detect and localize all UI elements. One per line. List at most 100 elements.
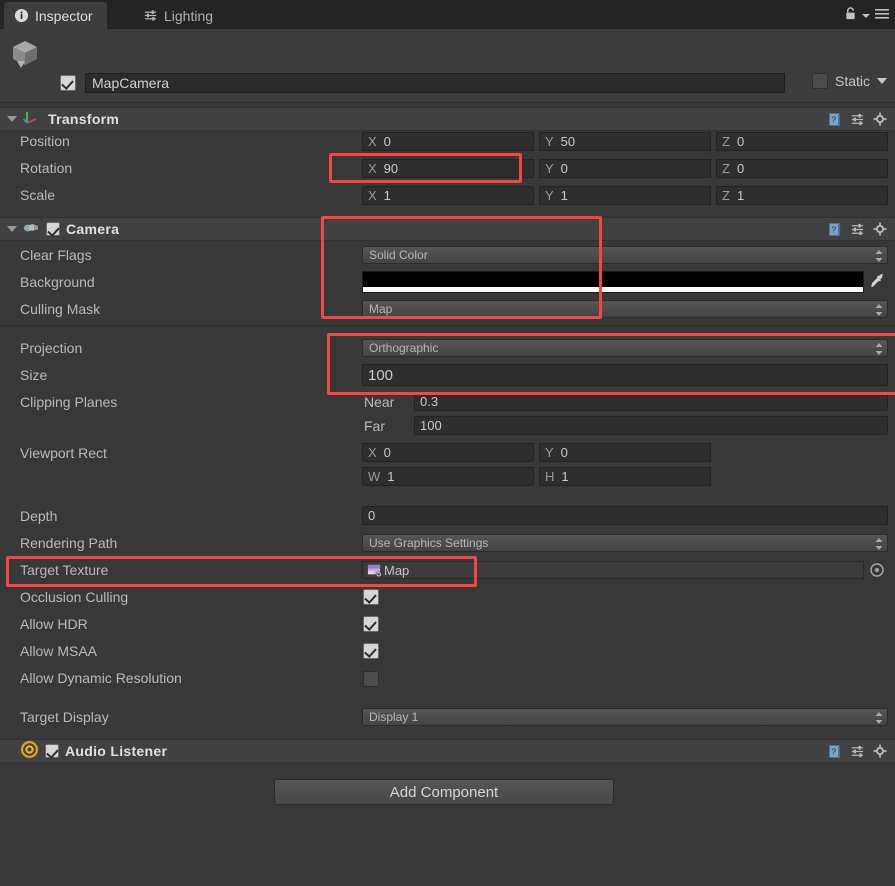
tab-inspector[interactable]: Inspector: [4, 2, 107, 29]
allow-dynamic-resolution-checkbox[interactable]: [363, 671, 379, 687]
axis-label-x: X: [368, 188, 377, 203]
gear-icon[interactable]: [873, 222, 888, 240]
target-display-dropdown[interactable]: Display 1: [362, 708, 888, 726]
static-dropdown-arrow-icon[interactable]: [877, 78, 887, 84]
help-icon[interactable]: ?: [827, 744, 842, 762]
background-alpha-bar: [363, 287, 863, 292]
sliders-icon: [143, 8, 158, 23]
allow-msaa-checkbox[interactable]: [363, 643, 379, 659]
component-title-audio-listener: Audio Listener: [65, 743, 168, 759]
axis-label-y: Y: [545, 161, 554, 176]
static-checkbox[interactable]: [811, 73, 828, 89]
rotation-x-field[interactable]: X 90: [362, 159, 534, 178]
tab-lighting[interactable]: Lighting: [133, 2, 227, 29]
position-x-field[interactable]: X 0: [362, 132, 534, 151]
foldout-arrow-icon[interactable]: [7, 116, 17, 122]
label-rotation: Rotation: [20, 160, 73, 176]
culling-mask-dropdown[interactable]: Map: [362, 300, 888, 318]
camera-icon: [22, 219, 40, 240]
position-z-value: 0: [736, 134, 745, 149]
updown-arrows-icon: [875, 250, 883, 265]
axis-label-x: X: [368, 134, 377, 149]
eyedropper-icon[interactable]: [868, 272, 887, 294]
scale-x-value: 1: [383, 188, 391, 203]
near-field[interactable]: 0.3: [414, 392, 888, 411]
rotation-z-field[interactable]: Z 0: [716, 159, 888, 178]
scale-y-field[interactable]: Y 1: [539, 186, 711, 205]
viewport-h-field[interactable]: H 1: [539, 467, 711, 486]
component-title-transform: Transform: [48, 111, 120, 127]
preset-icon[interactable]: [850, 744, 865, 762]
near-value: 0.3: [420, 394, 439, 409]
viewport-x-field[interactable]: X 0: [362, 443, 534, 462]
axis-label-y: Y: [545, 445, 554, 460]
viewport-y-field[interactable]: Y 0: [539, 443, 711, 462]
tab-lighting-label: Lighting: [164, 7, 214, 24]
gameobject-enabled-checkbox[interactable]: [60, 75, 76, 91]
preset-icon[interactable]: [850, 112, 865, 130]
background-color-swatch[interactable]: [362, 271, 864, 293]
inspector-tabbar: Inspector Lighting: [0, 0, 895, 29]
gameobject-name-input[interactable]: MapCamera: [85, 73, 785, 93]
help-icon[interactable]: ?: [827, 112, 842, 130]
size-field[interactable]: 100: [362, 364, 888, 386]
rendering-path-dropdown[interactable]: Use Graphics Settings: [362, 534, 888, 552]
chevron-down-icon[interactable]: [862, 8, 870, 23]
gear-icon[interactable]: [873, 744, 888, 762]
add-component-button[interactable]: Add Component: [274, 779, 614, 805]
far-value: 100: [420, 418, 442, 433]
object-picker-icon[interactable]: [869, 562, 885, 581]
scale-x-field[interactable]: X 1: [362, 186, 534, 205]
allow-hdr-checkbox[interactable]: [363, 616, 379, 632]
axis-label-y: Y: [545, 188, 554, 203]
occlusion-culling-checkbox[interactable]: [363, 589, 379, 605]
gear-icon[interactable]: [873, 112, 888, 130]
component-header-audio-listener[interactable]: Audio Listener ?: [0, 739, 895, 763]
preset-icon[interactable]: [850, 222, 865, 240]
foldout-arrow-icon[interactable]: [7, 226, 17, 232]
axis-label-y: Y: [545, 134, 554, 149]
axis-label-w: W: [368, 469, 381, 484]
label-allow-dynamic-resolution: Allow Dynamic Resolution: [20, 670, 182, 686]
label-scale: Scale: [20, 187, 56, 203]
svg-text:?: ?: [831, 114, 836, 124]
target-texture-objectfield[interactable]: Map: [362, 561, 864, 579]
svg-text:?: ?: [831, 746, 836, 756]
target-texture-value: Map: [384, 562, 410, 578]
component-header-camera[interactable]: Camera ?: [0, 217, 895, 241]
scale-z-field[interactable]: Z 1: [716, 186, 888, 205]
clear-flags-dropdown[interactable]: Solid Color: [362, 246, 888, 264]
camera-enabled-checkbox[interactable]: [46, 222, 60, 236]
far-label: Far: [364, 418, 385, 434]
help-icon[interactable]: ?: [827, 222, 842, 240]
axis-label-z: Z: [722, 161, 730, 176]
viewport-w-value: 1: [387, 469, 395, 484]
component-header-transform[interactable]: Transform ?: [0, 107, 895, 131]
viewport-y-value: 0: [560, 445, 568, 460]
far-field[interactable]: 100: [414, 416, 888, 435]
position-z-field[interactable]: Z 0: [716, 132, 888, 151]
hamburger-menu-icon[interactable]: [875, 8, 889, 23]
tab-inspector-label: Inspector: [35, 7, 93, 24]
clear-flags-value: Solid Color: [369, 248, 428, 262]
audio-listener-enabled-checkbox[interactable]: [45, 744, 59, 758]
component-actions-transform: ?: [827, 112, 888, 130]
lock-icon[interactable]: [844, 6, 857, 24]
updown-arrows-icon: [875, 304, 883, 319]
viewport-w-field[interactable]: W 1: [362, 467, 534, 486]
static-group: Static: [811, 73, 887, 89]
label-allow-msaa: Allow MSAA: [20, 643, 98, 659]
info-icon: [14, 8, 29, 23]
updown-arrows-icon: [875, 712, 883, 727]
label-projection: Projection: [20, 340, 83, 356]
label-culling-mask: Culling Mask: [20, 301, 101, 317]
gameobject-name-row: MapCamera: [60, 73, 785, 93]
rotation-y-field[interactable]: Y 0: [539, 159, 711, 178]
component-actions-audio-listener: ?: [827, 744, 888, 762]
projection-dropdown[interactable]: Orthographic: [362, 339, 888, 357]
position-y-field[interactable]: Y 50: [539, 132, 711, 151]
label-allow-hdr: Allow HDR: [20, 616, 88, 632]
position-y-value: 50: [560, 134, 576, 149]
divider: [0, 325, 895, 326]
depth-field[interactable]: 0: [362, 506, 888, 525]
